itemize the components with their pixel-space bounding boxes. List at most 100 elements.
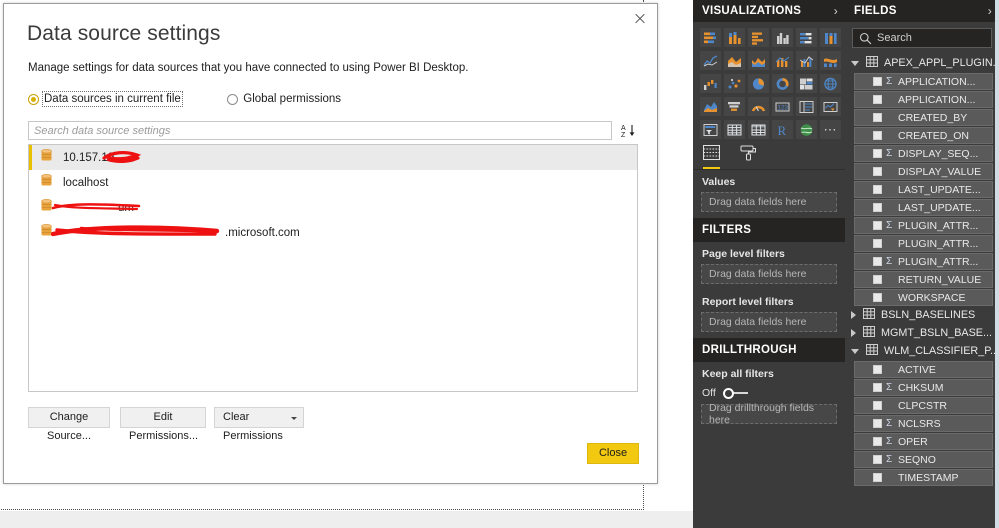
field-checkbox[interactable] <box>873 113 882 122</box>
field-checkbox[interactable] <box>873 257 882 266</box>
chevron-right-icon[interactable] <box>851 311 856 319</box>
field-checkbox[interactable] <box>873 77 882 86</box>
close-button[interactable]: Close <box>587 443 639 464</box>
edit-permissions-button[interactable]: Edit Permissions... <box>120 407 206 442</box>
close-icon[interactable] <box>629 8 651 28</box>
fields-table-row[interactable]: WLM_CLASSIFIER_P... <box>845 342 999 360</box>
ribbon-chart-icon[interactable] <box>819 50 842 71</box>
field-checkbox[interactable] <box>873 95 882 104</box>
format-paint-roller-icon[interactable] <box>740 145 757 168</box>
field-row[interactable]: ΣLAST_UPDATE... <box>854 181 993 198</box>
fields-table-icon[interactable] <box>703 144 720 169</box>
table-icon[interactable] <box>723 119 746 140</box>
area-chart-icon[interactable] <box>723 50 746 71</box>
field-checkbox[interactable] <box>873 185 882 194</box>
field-row[interactable]: ΣPLUGIN_ATTR... <box>854 235 993 252</box>
fields-table-row[interactable]: BSLN_BASELINES <box>845 306 999 324</box>
field-row[interactable]: ΣTIMESTAMP <box>854 469 993 486</box>
field-checkbox[interactable] <box>873 383 882 392</box>
search-data-source-input[interactable] <box>28 121 612 140</box>
r-script-visual-icon[interactable]: R <box>771 119 794 140</box>
pie-chart-icon[interactable] <box>747 73 770 94</box>
line-clustered-column-chart-icon[interactable] <box>795 50 818 71</box>
waterfall-chart-icon[interactable] <box>699 73 722 94</box>
matrix-icon[interactable] <box>747 119 770 140</box>
list-item[interactable]: um <box>29 195 637 220</box>
line-chart-icon[interactable] <box>699 50 722 71</box>
list-item[interactable]: 10.157.19 <box>29 145 637 170</box>
chevron-down-icon[interactable] <box>851 60 859 66</box>
field-row[interactable]: ΣPLUGIN_ATTR... <box>854 253 993 270</box>
field-row[interactable]: ΣAPPLICATION... <box>854 91 993 108</box>
field-checkbox[interactable] <box>873 203 882 212</box>
field-row[interactable]: ΣCLPCSTR <box>854 397 993 414</box>
fields-tree[interactable]: APEX_APPL_PLUGIN... Σ APPLICATION... Σ APPLI… <box>845 52 999 486</box>
field-row[interactable]: ΣCREATED_BY <box>854 109 993 126</box>
field-row[interactable]: ΣDISPLAY_VALUE <box>854 163 993 180</box>
data-source-list[interactable]: 10.157.19 localhost um .microsoft.com <box>28 144 638 392</box>
multi-row-card-icon[interactable] <box>795 96 818 117</box>
clustered-bar-chart-icon[interactable] <box>747 27 770 48</box>
field-checkbox[interactable] <box>873 473 882 482</box>
field-checkbox[interactable] <box>873 221 882 230</box>
field-checkbox[interactable] <box>873 149 882 158</box>
field-row[interactable]: Σ DISPLAY_SEQ... <box>854 145 993 162</box>
funnel-icon[interactable] <box>723 96 746 117</box>
fields-table-row[interactable]: APEX_APPL_PLUGIN... <box>845 54 999 72</box>
field-checkbox[interactable] <box>873 167 882 176</box>
field-checkbox[interactable] <box>873 293 882 302</box>
field-row[interactable]: Σ CHKSUM <box>854 379 993 396</box>
page-level-filters-drop-zone[interactable]: Drag data fields here <box>701 264 837 284</box>
filled-map-icon[interactable] <box>699 96 722 117</box>
sort-az-icon[interactable]: A Z <box>617 119 639 142</box>
card-icon[interactable]: 123 <box>771 96 794 117</box>
report-level-filters-drop-zone[interactable]: Drag data fields here <box>701 312 837 332</box>
field-checkbox[interactable] <box>873 275 882 284</box>
donut-chart-icon[interactable] <box>771 73 794 94</box>
stacked-area-chart-icon[interactable] <box>747 50 770 71</box>
field-row[interactable]: ΣRETURN_VALUE <box>854 271 993 288</box>
drillthrough-drop-zone[interactable]: Drag drillthrough fields here <box>701 402 837 426</box>
scatter-chart-icon[interactable] <box>723 73 746 94</box>
visualization-type-grid[interactable]: 123 R ⋯ <box>693 22 845 144</box>
list-item[interactable]: localhost <box>29 170 637 195</box>
field-row[interactable]: ΣACTIVE <box>854 361 993 378</box>
field-checkbox[interactable] <box>873 419 882 428</box>
list-item[interactable]: .microsoft.com <box>29 220 637 245</box>
field-checkbox[interactable] <box>873 365 882 374</box>
field-row[interactable]: ΣPLUGIN_ATTR... <box>854 217 993 234</box>
kpi-icon[interactable] <box>819 96 842 117</box>
keep-all-filters-toggle[interactable] <box>722 387 749 399</box>
fields-search-input[interactable]: Search <box>852 28 992 48</box>
fields-table-row[interactable]: MGMT_BSLN_BASE... <box>845 324 999 342</box>
field-checkbox[interactable] <box>873 131 882 140</box>
arcgis-map-icon[interactable] <box>795 119 818 140</box>
values-drop-zone[interactable]: Drag data fields here <box>701 192 837 212</box>
field-row[interactable]: ΣWORKSPACE <box>854 289 993 306</box>
slicer-icon[interactable] <box>699 119 722 140</box>
change-source-button[interactable]: Change Source... <box>28 407 110 442</box>
chevron-right-icon[interactable] <box>851 329 856 337</box>
radio-global-permissions[interactable]: Global permissions <box>227 93 341 105</box>
field-row[interactable]: Σ NCLSRS <box>854 415 993 432</box>
100-stacked-column-chart-icon[interactable] <box>819 27 842 48</box>
field-row[interactable]: Σ SEQNO <box>854 451 993 468</box>
field-checkbox[interactable] <box>873 401 882 410</box>
field-checkbox[interactable] <box>873 455 882 464</box>
radio-data-sources-in-current-file[interactable]: Data sources in current file <box>28 91 183 107</box>
field-checkbox[interactable] <box>873 239 882 248</box>
field-row[interactable]: ΣCREATED_ON <box>854 127 993 144</box>
more-options-icon[interactable]: ⋯ <box>819 119 842 140</box>
chevron-down-icon[interactable] <box>851 348 859 354</box>
100-stacked-bar-chart-icon[interactable] <box>795 27 818 48</box>
clear-permissions-button[interactable]: Clear Permissions <box>214 407 304 442</box>
chevron-right-icon[interactable]: › <box>988 4 992 18</box>
treemap-icon[interactable] <box>795 73 818 94</box>
field-row[interactable]: ΣLAST_UPDATE... <box>854 199 993 216</box>
field-checkbox[interactable] <box>873 437 882 446</box>
stacked-column-chart-icon[interactable] <box>723 27 746 48</box>
field-row[interactable]: Σ OPER <box>854 433 993 450</box>
stacked-bar-chart-icon[interactable] <box>699 27 722 48</box>
field-row[interactable]: ΣAPPLICATION... <box>854 73 993 90</box>
line-stacked-column-chart-icon[interactable] <box>771 50 794 71</box>
